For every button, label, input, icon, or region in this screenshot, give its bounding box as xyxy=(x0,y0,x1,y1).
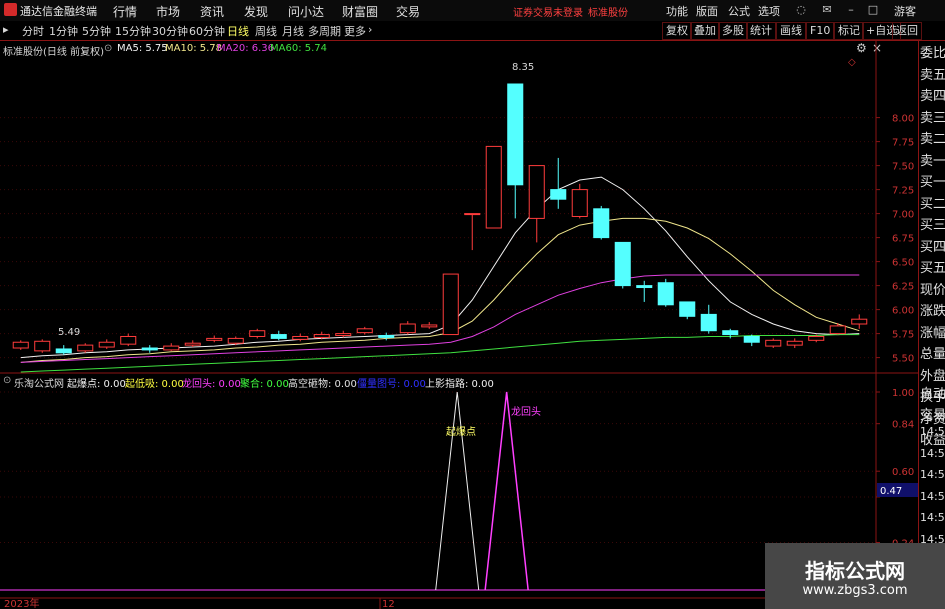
candle-body xyxy=(356,328,373,334)
watermark-title: 指标公式网 xyxy=(805,559,905,583)
candle-body xyxy=(507,83,524,186)
candle-body xyxy=(571,189,588,217)
y-tick-label: 5.75 xyxy=(892,330,914,341)
candle-body xyxy=(657,282,674,306)
candle-body xyxy=(292,335,309,340)
side-item[interactable]: 卖四 xyxy=(920,86,945,107)
candle-body xyxy=(313,334,330,338)
y-tick-label: 6.75 xyxy=(892,234,914,245)
high-price-label: 8.35 xyxy=(512,62,534,73)
side-bottom-item[interactable]: 交易 xyxy=(920,405,945,426)
indicator-y-tick-label: 0.60 xyxy=(892,467,914,478)
candle-body xyxy=(227,337,244,344)
y-tick-label: 7.25 xyxy=(892,186,914,197)
candle-body xyxy=(421,324,438,328)
side-item[interactable]: 卖二 xyxy=(920,129,945,150)
candle-body xyxy=(335,333,352,337)
side-item[interactable]: 买一 xyxy=(920,172,945,193)
watermark: 指标公式网 www.zbgs3.com xyxy=(765,543,945,609)
candle-body xyxy=(614,241,631,287)
trade-time: 14:55 xyxy=(920,446,945,460)
trade-time: 14:56 xyxy=(920,511,945,524)
candle-body xyxy=(378,335,395,338)
candle-body xyxy=(679,301,696,317)
candle-body xyxy=(700,313,717,332)
chart-canvas[interactable]: 8.00 7.75 7.50 7.25 7.00 6.75 6.50 6.25 6.00 5.75… xyxy=(0,0,918,609)
candle-body xyxy=(98,341,115,348)
candle-body xyxy=(184,342,201,346)
indicator-y-tick-label: 0.84 xyxy=(892,420,914,431)
side-bottom-item[interactable]: 自动 xyxy=(920,384,945,405)
side-item[interactable]: 卖五 xyxy=(920,65,945,86)
side-item[interactable]: 卖一 xyxy=(920,151,945,172)
y-tick-label: 5.50 xyxy=(892,354,914,365)
y-tick-label: 7.75 xyxy=(892,138,914,149)
signal-spike-qibaodian xyxy=(435,391,480,591)
candle-body xyxy=(765,339,782,347)
candle-body xyxy=(829,325,846,335)
candle-body xyxy=(270,334,287,339)
candle-body xyxy=(485,145,502,229)
candle-body xyxy=(786,340,803,346)
indicator-current-value: 0.47 xyxy=(880,486,902,497)
candle-body xyxy=(851,318,868,325)
trade-time: 14:55 xyxy=(920,468,945,481)
low-price-label: 5.49 xyxy=(58,327,80,338)
candle-body xyxy=(528,165,545,219)
candle-body xyxy=(636,285,653,289)
side-item[interactable]: 现价 xyxy=(920,280,945,301)
candle-body xyxy=(743,335,760,343)
watermark-url: www.zbgs3.com xyxy=(802,583,908,598)
candle-body xyxy=(442,273,459,336)
x-axis-label-month: 12 xyxy=(382,599,395,609)
candle-body xyxy=(163,345,180,351)
candle-body xyxy=(550,189,567,200)
side-item[interactable]: 买二 xyxy=(920,194,945,215)
candle-body xyxy=(77,344,94,352)
trade-time: 14:55 xyxy=(920,425,945,438)
side-item[interactable]: 卖三 xyxy=(920,108,945,129)
side-item[interactable]: 买四 xyxy=(920,237,945,258)
side-item[interactable]: 买三 xyxy=(920,215,945,236)
candle-body xyxy=(34,340,51,352)
candle-body xyxy=(808,335,825,341)
x-axis-label-year: 2023年 xyxy=(4,597,39,609)
y-tick-label: 8.00 xyxy=(892,114,914,125)
indicator-y-tick-label: 1.00 xyxy=(892,388,914,399)
candle-body xyxy=(722,330,739,336)
side-item[interactable]: 买五 xyxy=(920,258,945,279)
spike-label-longhuitou: 龙回头 xyxy=(511,405,541,418)
candle-body xyxy=(399,323,416,334)
y-tick-label: 7.00 xyxy=(892,210,914,221)
candle-body xyxy=(593,208,610,239)
quote-side-panel: 委比 卖五 卖四 卖三 卖二 卖一 买一 买二 买三 买四 买五 现价 涨跌 涨幅 总量 外盘 换手 净资 收益 自动… xyxy=(918,41,945,609)
y-tick-label: 6.25 xyxy=(892,282,914,293)
y-tick-label: 7.50 xyxy=(892,162,914,173)
candle-body xyxy=(464,213,481,216)
candle-body xyxy=(120,335,137,345)
side-item[interactable]: 总量 xyxy=(920,344,945,365)
candle-body xyxy=(249,330,266,337)
trade-time: 14:56 xyxy=(920,489,945,503)
ma-line xyxy=(20,334,860,373)
side-item[interactable]: 涨跌 xyxy=(920,301,945,322)
signal-spike-longhuitou xyxy=(484,391,529,591)
spike-label-qibaodian: 起爆点 xyxy=(446,426,476,438)
candle-body xyxy=(141,347,158,351)
ma-line xyxy=(20,217,860,363)
candle-body xyxy=(206,337,223,341)
y-tick-label: 6.50 xyxy=(892,258,914,269)
side-item[interactable]: 涨幅 xyxy=(920,323,945,344)
candle-body xyxy=(55,348,72,354)
side-item[interactable]: 委比 xyxy=(920,43,945,64)
y-tick-label: 6.00 xyxy=(892,306,914,317)
candle-body xyxy=(12,341,29,349)
